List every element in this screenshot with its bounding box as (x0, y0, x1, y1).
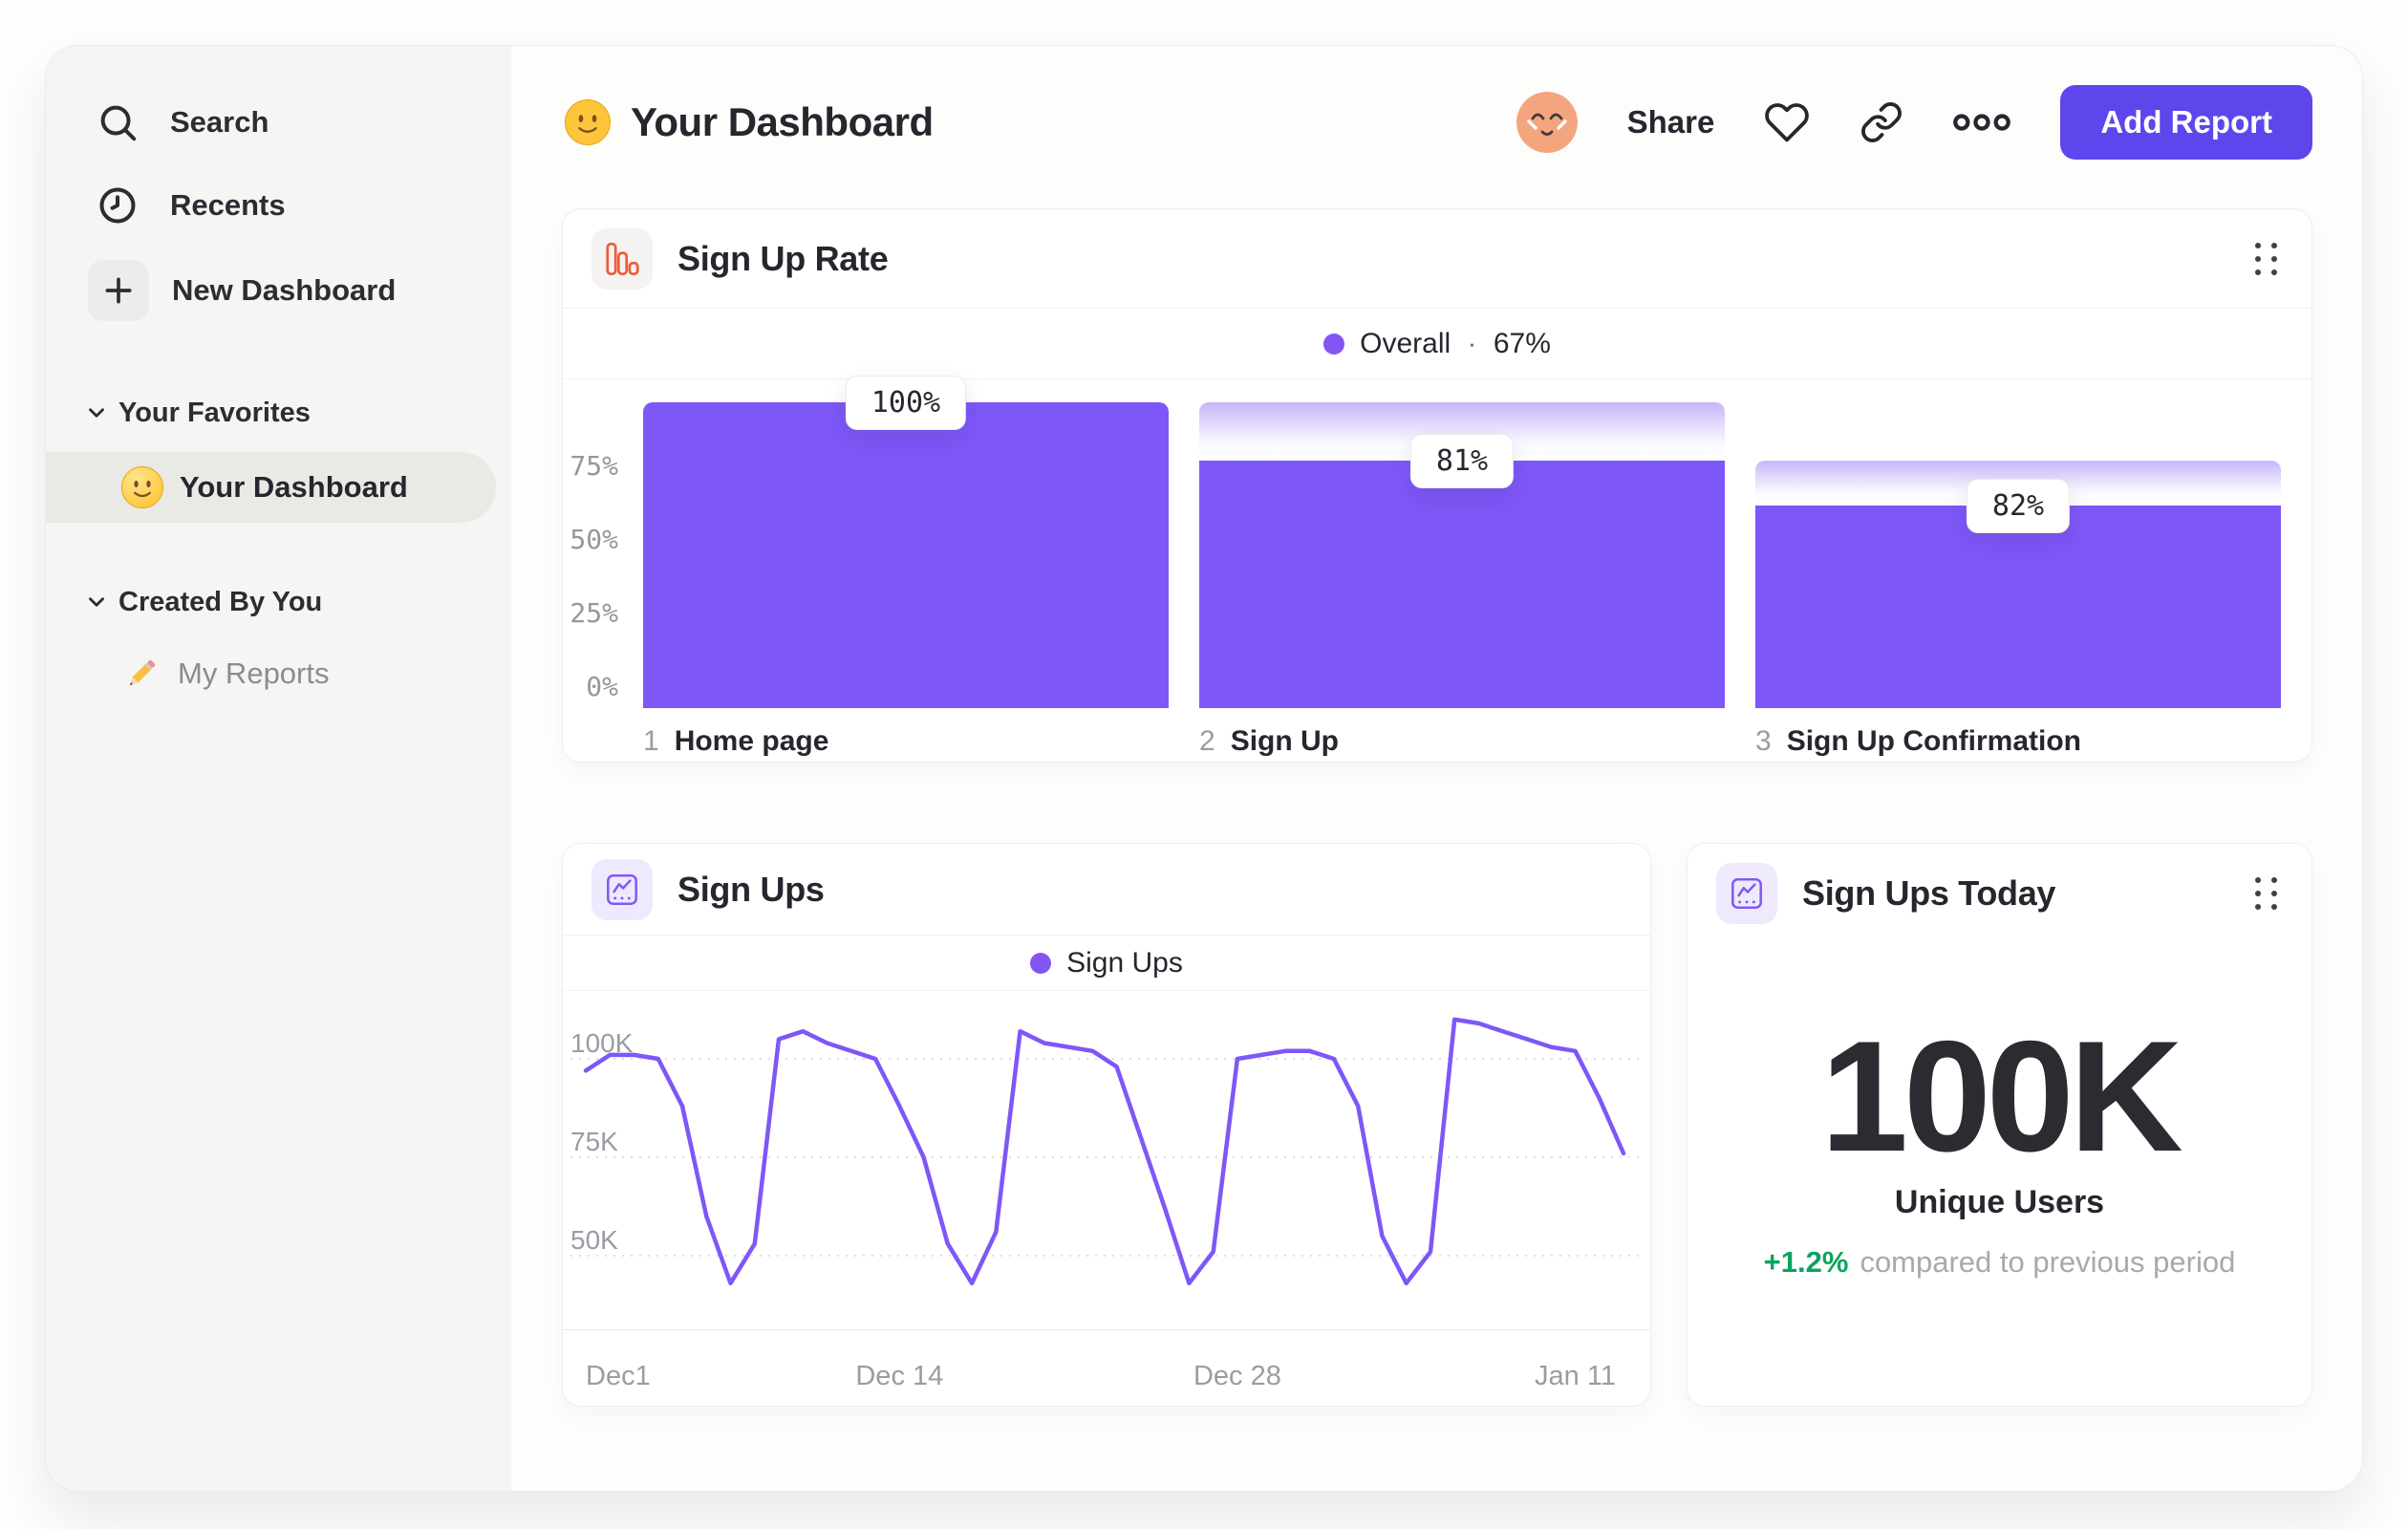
funnel-value-tooltip: 81% (1409, 433, 1515, 488)
legend-label: Overall (1360, 327, 1451, 359)
copy-link-icon[interactable] (1860, 100, 1903, 144)
sign-ups-today-card: Sign Ups Today 100K Unique Users +1.2% co… (1687, 843, 2312, 1407)
sidebar-item-new-dashboard[interactable]: New Dashboard (46, 256, 511, 325)
line-plot: 100K 75K 50K (563, 991, 1652, 1329)
legend-dot (1323, 333, 1345, 355)
drag-handle-icon[interactable] (2255, 877, 2277, 910)
sign-up-rate-card: Sign Up Rate Overall · 67% 75% 50% 25% 0% 10… (562, 208, 2312, 763)
smiley-emoji-icon (120, 465, 164, 509)
share-button[interactable]: Share (1627, 104, 1715, 140)
funnel-bar[interactable]: 82% (1755, 379, 2281, 708)
sidebar-item-label: Recents (170, 188, 286, 222)
sidebar-item-label: Search (170, 105, 269, 139)
funnel-y-tick: 25% (570, 597, 618, 629)
sidebar-item-search[interactable]: Search (46, 88, 511, 157)
more-options-icon[interactable] (1953, 112, 2011, 133)
card-title: Sign Ups (677, 869, 825, 909)
sidebar-item-label: New Dashboard (172, 273, 397, 307)
card-header: Sign Ups (563, 844, 1650, 936)
funnel-bar[interactable]: 81% (1199, 379, 1725, 708)
app-window: Search Recents New Dashboard Your Favori… (46, 46, 2362, 1491)
sidebar-item-your-dashboard[interactable]: Your Dashboard (46, 452, 496, 523)
line-y-tick: 100K (570, 1028, 634, 1058)
line-chart-icon (591, 858, 653, 920)
stat-value: 100K (1820, 1008, 2182, 1184)
sidebar-section-label: Your Favorites (118, 397, 311, 428)
header-actions: Share Add Report (1516, 85, 2312, 160)
funnel-y-tick: 0% (586, 671, 618, 702)
legend-value: 67% (1493, 327, 1551, 359)
card-title: Sign Ups Today (1802, 873, 2056, 913)
main-content: Your Dashboard Share Add Report Sign Up … (511, 46, 2362, 1491)
sidebar-section-label: Created By You (118, 586, 323, 617)
funnel-step-label: 2 Sign Up (1199, 725, 1340, 757)
legend-separator: · (1468, 329, 1476, 357)
funnel-plot: 75% 50% 25% 0% 100% 81% 82% (563, 376, 2311, 708)
stat-label: Unique Users (1894, 1184, 2105, 1220)
line-chart-icon (1716, 863, 1777, 924)
legend-dot (1030, 952, 1052, 974)
line-y-tick: 50K (570, 1225, 618, 1255)
page-header: Your Dashboard Share Add Report (564, 84, 2312, 161)
clock-icon (96, 183, 140, 227)
sidebar-section-your-favorites[interactable]: Your Favorites (46, 384, 511, 441)
line-chart-svg (570, 1017, 1645, 1286)
sidebar-section-created-by-you[interactable]: Created By You (46, 573, 511, 631)
sidebar-item-label: My Reports (178, 657, 330, 690)
funnel-y-tick: 50% (570, 524, 618, 555)
page-title: Your Dashboard (631, 99, 934, 144)
line-x-tick: Dec1 (586, 1361, 651, 1391)
stat-delta: +1.2% compared to previous period (1688, 1245, 2311, 1280)
funnel-step-label: 1 Home page (643, 725, 829, 757)
card-header: Sign Up Rate (563, 209, 2311, 309)
funnel-step-label: 3 Sign Up Confirmation (1755, 725, 2081, 757)
card-title: Sign Up Rate (677, 238, 889, 278)
line-x-tick: Dec 14 (855, 1361, 944, 1391)
funnel-y-tick: 75% (570, 450, 618, 482)
funnel-legend: Overall · 67% (563, 309, 2311, 379)
funnel-chart-icon (591, 227, 653, 290)
line-x-tick: Jan 11 (1535, 1361, 1616, 1391)
funnel-value-tooltip: 100% (845, 376, 967, 430)
chevron-down-icon (84, 590, 109, 614)
line-legend: Sign Ups (563, 936, 1650, 991)
delta-value: +1.2% (1763, 1245, 1849, 1279)
sidebar-item-label: Your Dashboard (180, 470, 408, 504)
chevron-down-icon (84, 400, 109, 425)
dashboard-smiley-emoji-icon (564, 98, 612, 146)
pencil-emoji-icon (120, 653, 162, 695)
sidebar-item-recents[interactable]: Recents (46, 171, 511, 240)
legend-label: Sign Ups (1066, 946, 1183, 979)
search-icon (96, 100, 140, 144)
funnel-bar[interactable]: 100% (643, 376, 1169, 708)
drag-handle-icon[interactable] (2255, 242, 2277, 275)
sidebar-item-my-reports[interactable]: My Reports (46, 639, 496, 708)
line-x-tick: Dec 28 (1193, 1361, 1281, 1391)
avatar[interactable] (1516, 92, 1578, 153)
add-report-button[interactable]: Add Report (2060, 85, 2312, 160)
sidebar: Search Recents New Dashboard Your Favori… (46, 46, 511, 1491)
delta-note: compared to previous period (1860, 1245, 2236, 1279)
funnel-step-labels: 1 Home page 2 Sign Up 3 Sign Up Confirmation (643, 725, 2281, 758)
card-header: Sign Ups Today (1688, 844, 2311, 943)
line-x-axis: Dec1 Dec 14 Dec 28 Jan 11 (563, 1329, 1650, 1406)
favorite-heart-icon[interactable] (1764, 99, 1810, 145)
sign-ups-card: Sign Ups Sign Ups 100K 75K 50K Dec1 Dec 14 D… (562, 843, 1651, 1407)
desktop: { "sidebar": { "nav": [ { "label": "Sear… (0, 0, 2408, 1529)
plus-icon (88, 260, 149, 321)
funnel-value-tooltip: 82% (1966, 478, 2071, 533)
line-y-tick: 75K (570, 1127, 618, 1156)
